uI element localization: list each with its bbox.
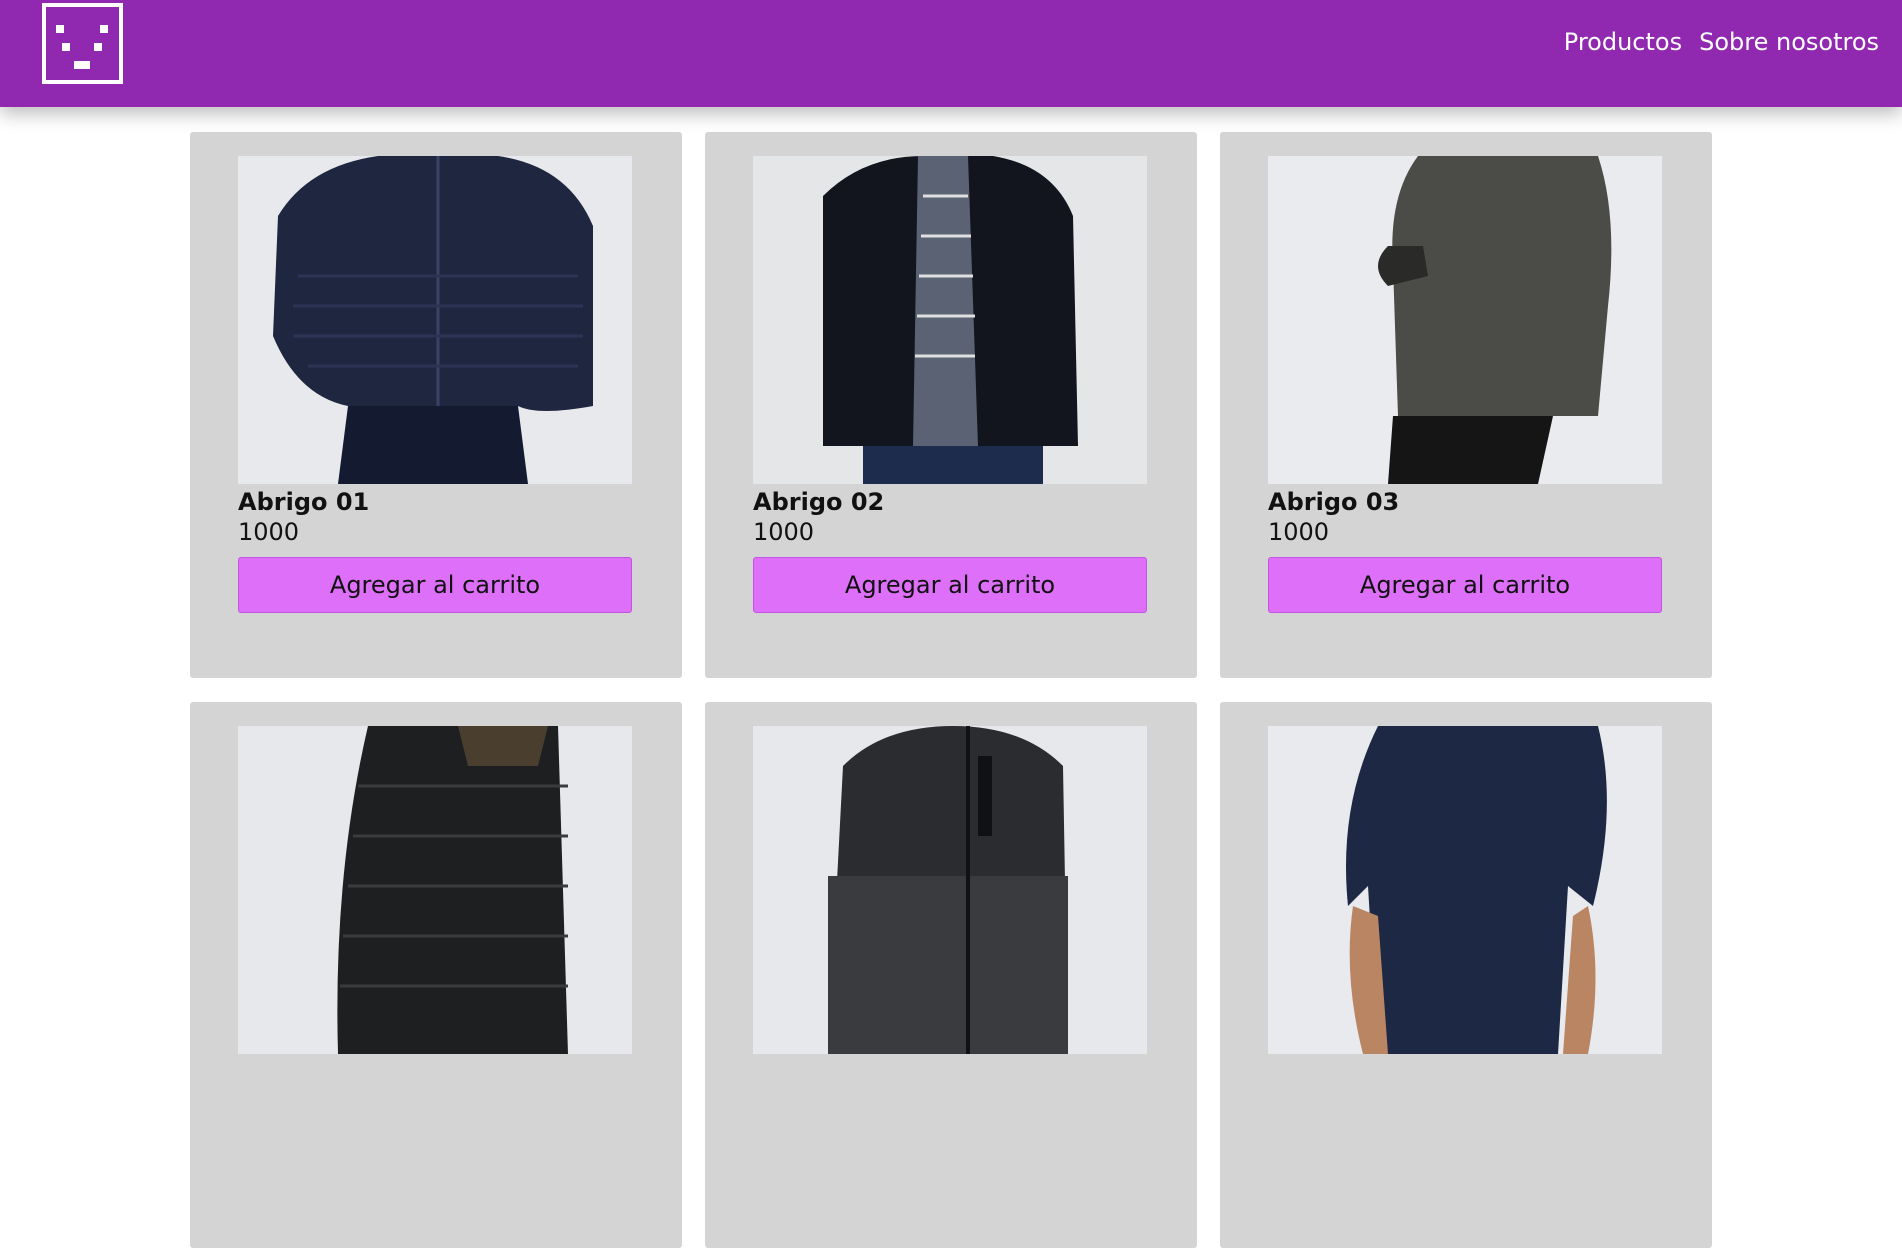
product-card: Abrigo 02 1000 Agregar al carrito (705, 132, 1197, 678)
main-nav: Productos Sobre nosotros (1564, 28, 1879, 56)
product-price: 1000 (753, 518, 815, 546)
add-to-cart-button[interactable]: Agregar al carrito (1268, 557, 1662, 613)
product-price: 1000 (238, 518, 300, 546)
product-image[interactable] (1268, 726, 1662, 1054)
nav-link-sobre-nosotros[interactable]: Sobre nosotros (1699, 28, 1879, 56)
nav-link-productos[interactable]: Productos (1564, 28, 1682, 56)
site-header: Productos Sobre nosotros (0, 0, 1902, 107)
product-card: Abrigo 03 1000 Agregar al carrito (1220, 132, 1712, 678)
add-to-cart-button[interactable]: Agregar al carrito (753, 557, 1147, 613)
product-card (705, 702, 1197, 1248)
product-card: Abrigo 01 1000 Agregar al carrito (190, 132, 682, 678)
product-image[interactable] (1268, 156, 1662, 484)
pixel-face-icon[interactable] (42, 3, 123, 84)
product-grid: Abrigo 01 1000 Agregar al carrito Abrigo… (190, 132, 1713, 1248)
product-image[interactable] (753, 726, 1147, 1054)
add-to-cart-button[interactable]: Agregar al carrito (238, 557, 632, 613)
product-name: Abrigo 01 (238, 488, 370, 516)
product-image[interactable] (238, 156, 632, 484)
product-price: 1000 (1268, 518, 1330, 546)
product-card (190, 702, 682, 1248)
product-image[interactable] (753, 156, 1147, 484)
product-image[interactable] (238, 726, 632, 1054)
product-name: Abrigo 02 (753, 488, 885, 516)
product-card (1220, 702, 1712, 1248)
product-name: Abrigo 03 (1268, 488, 1400, 516)
